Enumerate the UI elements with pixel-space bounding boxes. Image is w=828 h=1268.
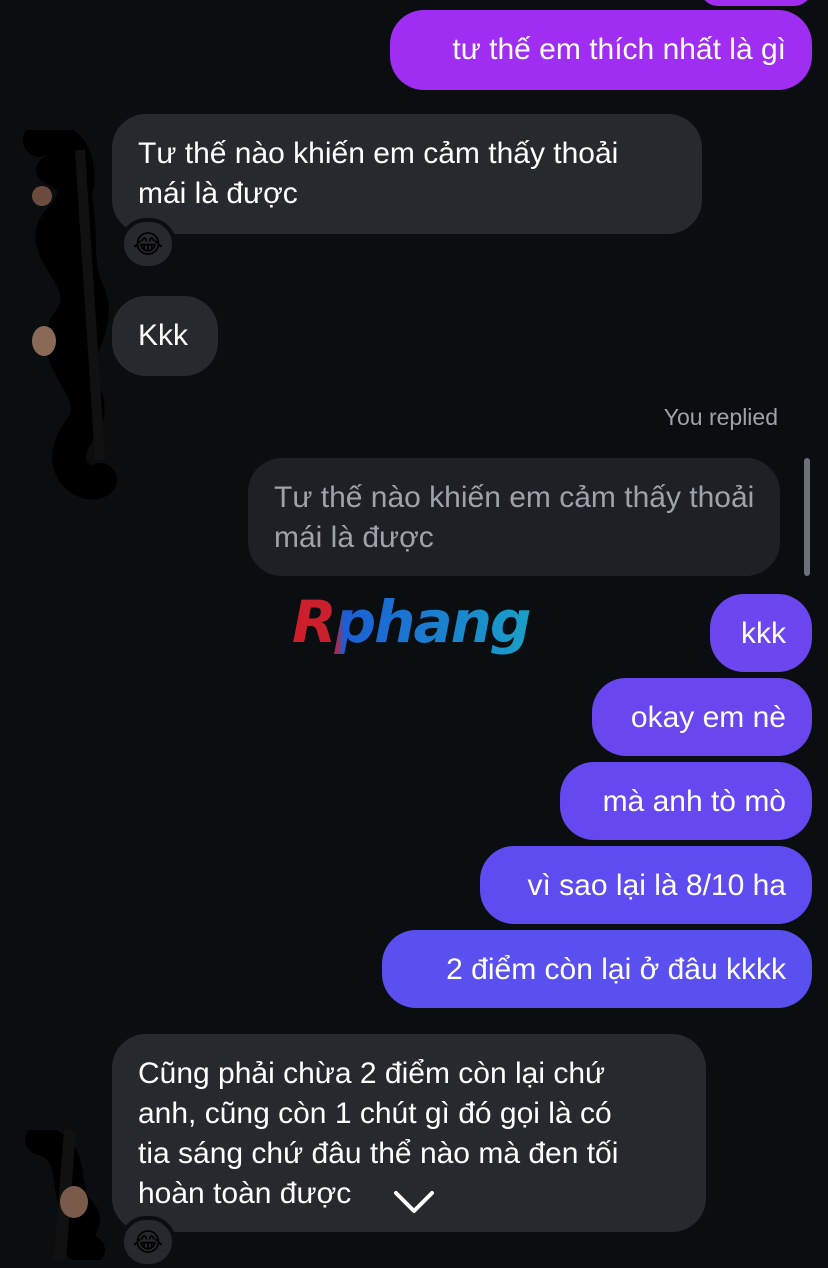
reply-status-label: You replied xyxy=(663,404,778,430)
scroll-to-bottom-button[interactable] xyxy=(382,1170,446,1234)
sent-message[interactable]: vì sao lại là 8/10 ha xyxy=(480,846,812,924)
watermark-logo: Rphang xyxy=(292,588,532,656)
reply-indicator-bar xyxy=(804,458,810,576)
message-text-line: Tư thế nào khiến em cảm thấy thoải xyxy=(138,137,619,170)
avatar[interactable] xyxy=(32,186,52,206)
laugh-emoji-icon: 😂 xyxy=(132,228,164,259)
received-message[interactable]: Kkk xyxy=(112,296,218,376)
message-text-line: mái là được xyxy=(138,177,298,210)
message-text: tư thế em thích nhất là gì xyxy=(452,33,786,66)
message-text: vì sao lại là 8/10 ha xyxy=(527,869,786,902)
message-text: Kkk xyxy=(138,319,189,352)
quoted-text-line: Tư thế nào khiến em cảm thấy thoải xyxy=(274,481,755,514)
avatar[interactable] xyxy=(32,326,56,356)
chevron-down-icon xyxy=(394,1191,434,1213)
quoted-message[interactable]: Tư thế nào khiến em cảm thấy thoải mái l… xyxy=(248,458,780,576)
sent-message[interactable]: 2 điểm còn lại ở đâu kkkk xyxy=(382,930,812,1008)
message-text: 2 điểm còn lại ở đâu kkkk xyxy=(446,953,786,986)
message-text: mà anh tò mò xyxy=(602,785,786,818)
message-text: kkk xyxy=(741,617,786,650)
received-message[interactable]: Tư thế nào khiến em cảm thấy thoải mái l… xyxy=(112,114,702,234)
reaction-badge[interactable]: 😂 xyxy=(120,1216,176,1268)
watermark-text: Rphang xyxy=(292,588,530,656)
message-text-line: Cũng phải chừa 2 điểm còn lại chứ xyxy=(138,1057,606,1090)
avatar[interactable] xyxy=(60,1186,88,1218)
sent-message[interactable]: tư thế em thích nhất là gì xyxy=(390,10,812,90)
message-text: okay em nè xyxy=(630,701,786,734)
message-text-line: anh, cũng còn 1 chút gì đó gọi là có xyxy=(138,1097,612,1130)
message-text-line: tia sáng chứ đâu thể nào mà đen tối xyxy=(138,1137,619,1170)
sent-message[interactable]: kkk xyxy=(710,594,812,672)
sent-message[interactable]: okay em nè xyxy=(592,678,812,756)
reaction-badge[interactable]: 😂 xyxy=(120,218,176,270)
quoted-text-line: mái là được xyxy=(274,521,434,554)
sent-message[interactable]: mà anh tò mò xyxy=(560,762,812,840)
laugh-emoji-icon: 😂 xyxy=(132,1226,164,1257)
sent-bubble-cutoff[interactable] xyxy=(700,0,812,6)
